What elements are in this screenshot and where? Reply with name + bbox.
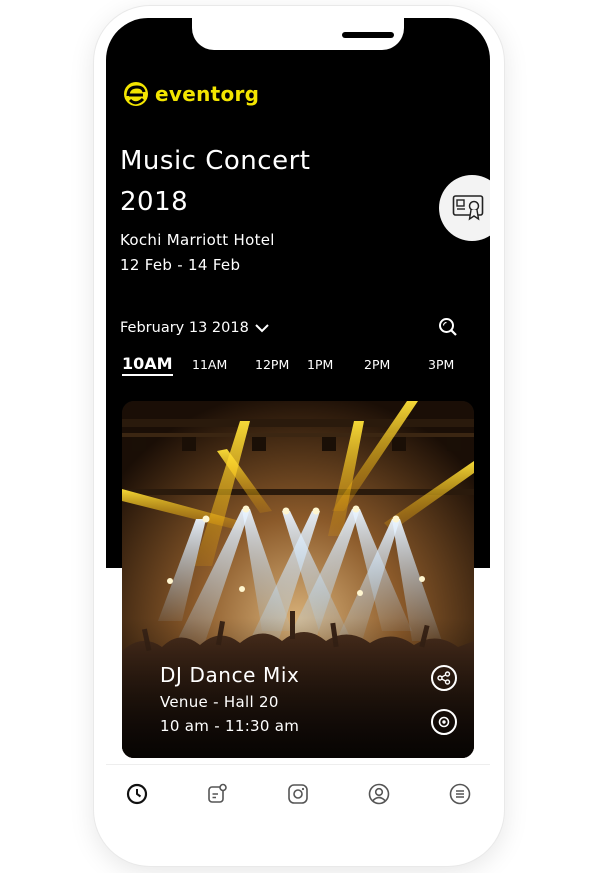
search-icon xyxy=(439,318,457,336)
selected-date: February 13 2018 xyxy=(120,320,249,336)
phone-notch xyxy=(192,18,425,50)
card-title: DJ Dance Mix xyxy=(160,663,300,687)
time-tab-2pm[interactable]: 2PM xyxy=(364,357,390,372)
date-selector[interactable]: February 13 2018 xyxy=(120,320,269,336)
speaker-grille xyxy=(342,32,394,38)
bottom-nav xyxy=(106,764,490,825)
time-tab-3pm[interactable]: 3PM xyxy=(428,357,454,372)
instagram-icon xyxy=(288,784,308,804)
app-logo: eventorg xyxy=(122,80,259,108)
chevron-down-icon xyxy=(255,324,269,333)
eventorg-logo-icon xyxy=(124,82,148,106)
time-tab-1pm[interactable]: 1PM xyxy=(307,357,333,372)
nav-instagram[interactable] xyxy=(286,782,310,806)
event-title-line2: 2018 xyxy=(120,187,189,217)
menu-icon xyxy=(449,783,471,805)
nav-notes[interactable] xyxy=(205,782,229,806)
nav-profile[interactable] xyxy=(367,782,391,806)
user-icon xyxy=(368,783,390,805)
front-camera xyxy=(412,29,425,42)
card-time: 10 am - 11:30 am xyxy=(160,717,300,735)
event-card[interactable]: DJ Dance Mix Venue - Hall 20 10 am - 11:… xyxy=(122,401,474,758)
time-tab-11am[interactable]: 11AM xyxy=(192,357,227,372)
nav-schedule[interactable] xyxy=(125,782,149,806)
search-button[interactable] xyxy=(438,317,458,341)
time-tab-10am[interactable]: 10AM xyxy=(122,354,173,376)
event-title-line1: Music Concert xyxy=(120,146,311,176)
event-venue: Kochi Marriott Hotel xyxy=(120,231,275,249)
target-icon xyxy=(438,716,450,728)
notes-icon xyxy=(208,783,227,803)
card-venue: Venue - Hall 20 xyxy=(160,693,279,711)
event-dates: 12 Feb - 14 Feb xyxy=(120,256,241,274)
time-tab-12pm[interactable]: 12PM xyxy=(255,357,289,372)
share-button[interactable] xyxy=(431,665,457,691)
app-screen: eventorg Music Concert 2018 Kochi Marrio… xyxy=(106,18,490,854)
clock-icon xyxy=(126,783,148,805)
event-title: Music Concert 2018 xyxy=(120,141,380,223)
certificate-icon xyxy=(452,195,484,221)
time-tabs: 10AM 11AM 12PM 1PM 2PM 3PM xyxy=(106,354,490,383)
target-button[interactable] xyxy=(431,709,457,735)
logo-text: eventorg xyxy=(155,82,260,106)
card-gradient xyxy=(122,618,474,758)
nav-menu[interactable] xyxy=(448,782,472,806)
share-icon xyxy=(437,671,451,685)
